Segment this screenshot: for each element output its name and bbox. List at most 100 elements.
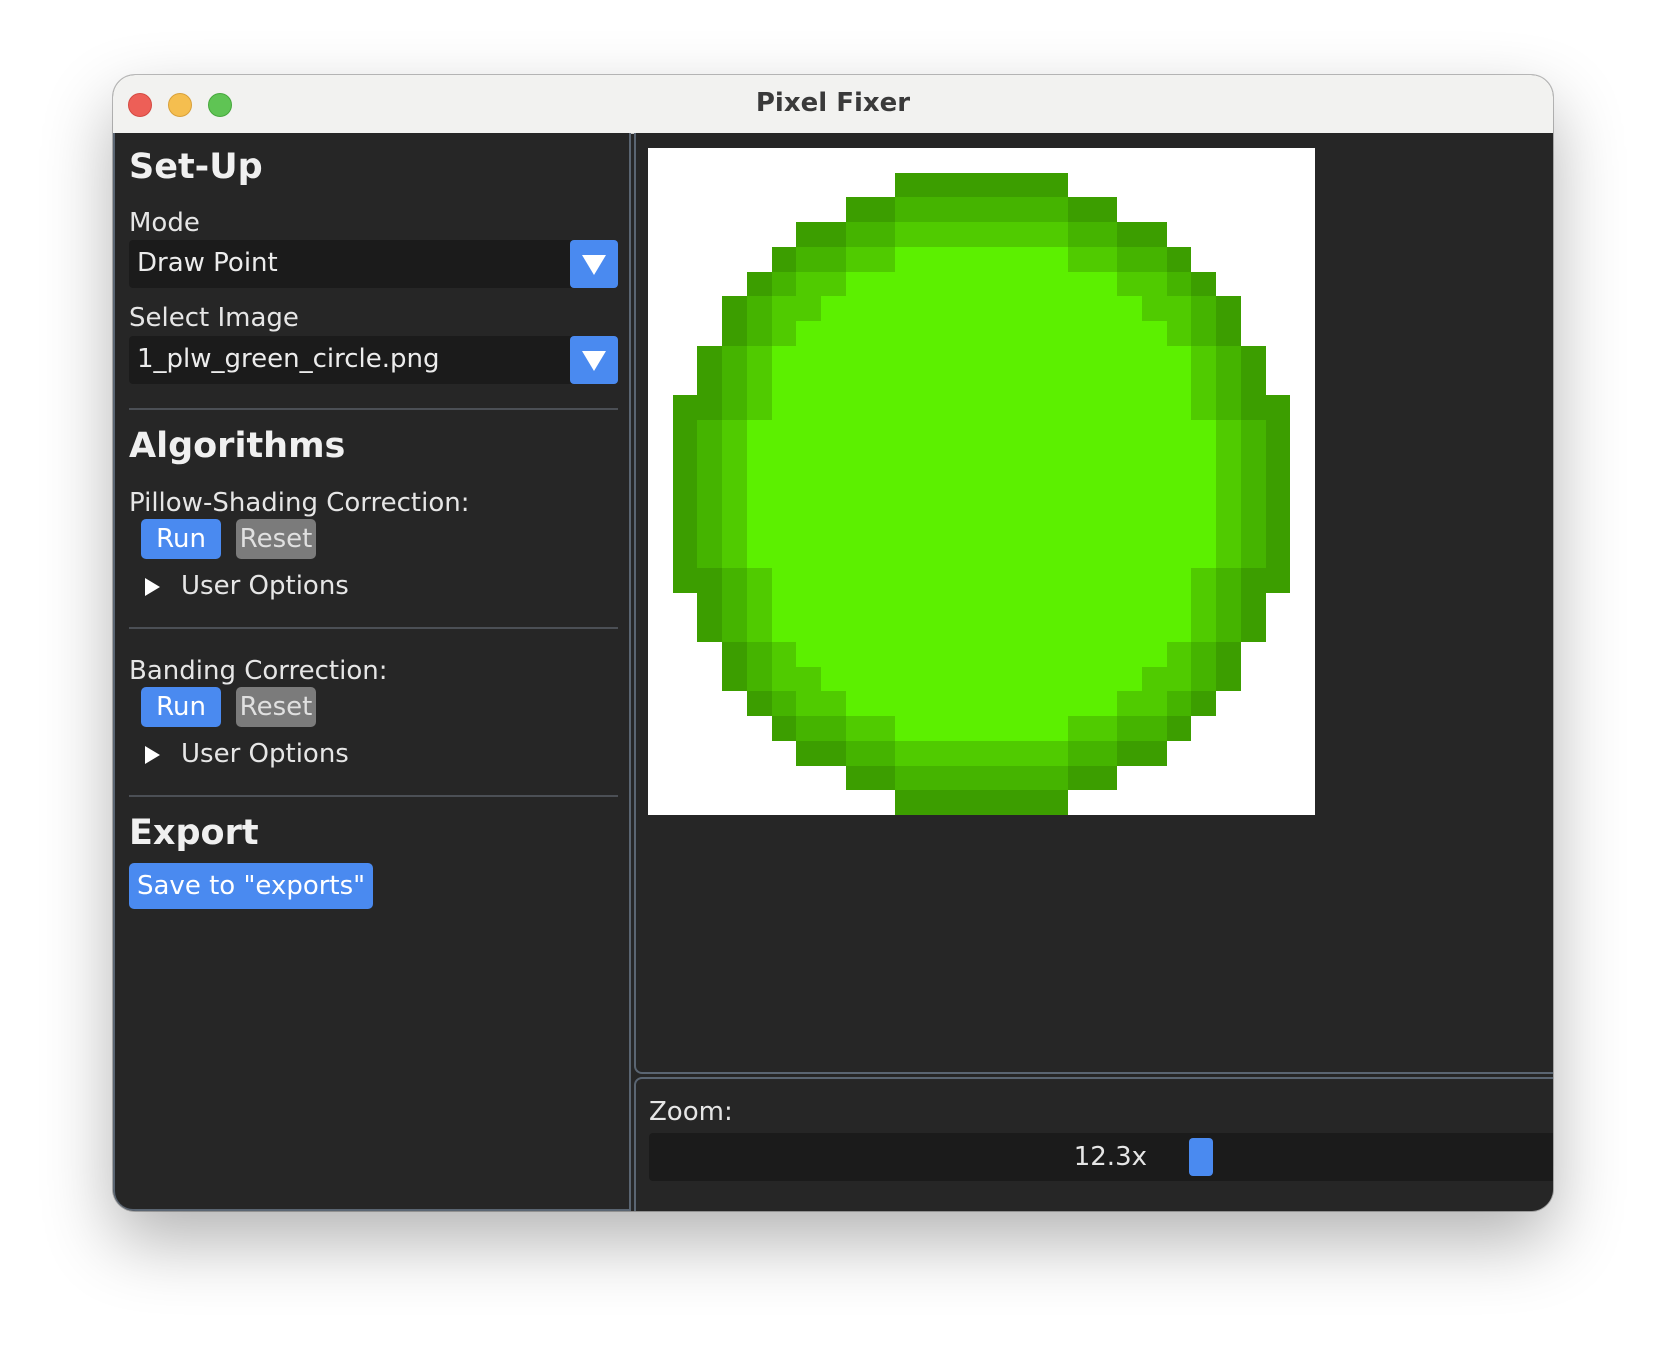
image-pixel — [1216, 567, 1241, 593]
image-pixel — [944, 296, 970, 321]
image-pixel — [746, 419, 772, 445]
image-pixel — [919, 716, 945, 741]
image-pixel — [1216, 320, 1241, 346]
zoom-slider-thumb[interactable] — [1189, 1138, 1213, 1176]
image-pixel — [820, 790, 846, 815]
image-pixel — [746, 296, 772, 321]
banding-reset-button[interactable]: Reset — [236, 687, 316, 727]
chevron-down-icon[interactable] — [570, 240, 618, 288]
image-pixel — [1265, 716, 1291, 741]
image-pixel — [746, 716, 772, 741]
image-pixel — [771, 765, 797, 791]
image-pixel — [1216, 790, 1241, 815]
image-pixel — [1216, 716, 1241, 741]
image-pixel — [1043, 716, 1068, 741]
image-pixel — [1191, 666, 1217, 692]
image-pixel — [1166, 567, 1192, 593]
image-pixel — [1240, 567, 1266, 593]
zoom-slider[interactable]: 12.3x — [649, 1133, 1553, 1181]
image-pixel — [1216, 469, 1241, 494]
image-pixel — [1265, 296, 1291, 321]
image-pixel — [697, 642, 723, 667]
image-pixel — [820, 197, 846, 223]
image-pixel — [1216, 740, 1241, 766]
image-pixel — [1142, 345, 1167, 371]
image-pixel — [1067, 370, 1093, 396]
disclosure-triangle-icon — [145, 578, 160, 596]
image-canvas[interactable] — [648, 148, 1315, 815]
title-bar: Pixel Fixer — [113, 75, 1553, 134]
image-pixel — [969, 691, 994, 717]
pillow-reset-button[interactable]: Reset — [236, 519, 316, 559]
image-pixel — [1117, 246, 1143, 272]
pixel-image[interactable] — [648, 148, 1315, 815]
image-pixel — [895, 172, 920, 198]
image-pixel — [1191, 617, 1217, 643]
image-dropdown[interactable]: 1_plw_green_circle.png — [129, 336, 618, 384]
image-pixel — [845, 148, 871, 173]
image-pixel — [870, 172, 896, 198]
image-pixel — [1018, 642, 1044, 667]
image-pixel — [1265, 666, 1291, 692]
image-pixel — [993, 419, 1019, 445]
pillow-run-button[interactable]: Run — [141, 519, 221, 559]
image-pixel — [1290, 740, 1315, 766]
image-pixel — [944, 419, 970, 445]
image-pixel — [1117, 395, 1143, 420]
image-pixel — [919, 345, 945, 371]
image-pixel — [845, 518, 871, 544]
divider — [129, 408, 618, 410]
image-pixel — [845, 296, 871, 321]
image-pixel — [969, 395, 994, 420]
save-to-exports-button[interactable]: Save to "exports" — [129, 863, 374, 909]
image-pixel — [845, 790, 871, 815]
image-pixel — [1265, 740, 1291, 766]
image-pixel — [746, 345, 772, 371]
image-pixel — [746, 197, 772, 223]
image-pixel — [1117, 222, 1143, 247]
image-pixel — [1067, 543, 1093, 568]
image-pixel — [1092, 666, 1118, 692]
image-pixel — [870, 246, 896, 272]
image-pixel — [845, 716, 871, 741]
image-pixel — [870, 320, 896, 346]
image-pixel — [1092, 765, 1118, 791]
banding-run-button[interactable]: Run — [141, 687, 221, 727]
image-pixel — [845, 395, 871, 420]
image-pixel — [820, 246, 846, 272]
image-pixel — [746, 740, 772, 766]
image-pixel — [969, 296, 994, 321]
image-pixel — [1166, 222, 1192, 247]
image-pixel — [919, 197, 945, 223]
zoom-value: 12.3x — [1073, 1142, 1147, 1172]
image-pixel — [796, 716, 821, 741]
image-pixel — [1265, 469, 1291, 494]
image-pixel — [796, 592, 821, 618]
image-pixel — [1142, 271, 1167, 297]
image-pixel — [722, 419, 747, 445]
image-pixel — [1216, 370, 1241, 396]
pillow-shading-label: Pillow-Shading Correction: — [129, 488, 470, 518]
image-pixel — [870, 395, 896, 420]
image-pixel — [895, 320, 920, 346]
image-pixel — [1142, 790, 1167, 815]
image-pixel — [1043, 790, 1068, 815]
image-pixel — [1166, 148, 1192, 173]
image-pixel — [944, 691, 970, 717]
image-pixel — [919, 691, 945, 717]
image-pixel — [820, 765, 846, 791]
image-pixel — [1043, 296, 1068, 321]
image-pixel — [1265, 691, 1291, 717]
image-pixel — [1166, 345, 1192, 371]
image-pixel — [944, 716, 970, 741]
mode-dropdown[interactable]: Draw Point — [129, 240, 618, 288]
image-pixel — [648, 765, 673, 791]
chevron-down-icon[interactable] — [570, 336, 618, 384]
image-pixel — [944, 493, 970, 519]
image-pixel — [1216, 617, 1241, 643]
image-pixel — [1067, 395, 1093, 420]
image-pixel — [919, 320, 945, 346]
image-pixel — [722, 567, 747, 593]
image-pixel — [722, 296, 747, 321]
image-pixel — [771, 740, 797, 766]
